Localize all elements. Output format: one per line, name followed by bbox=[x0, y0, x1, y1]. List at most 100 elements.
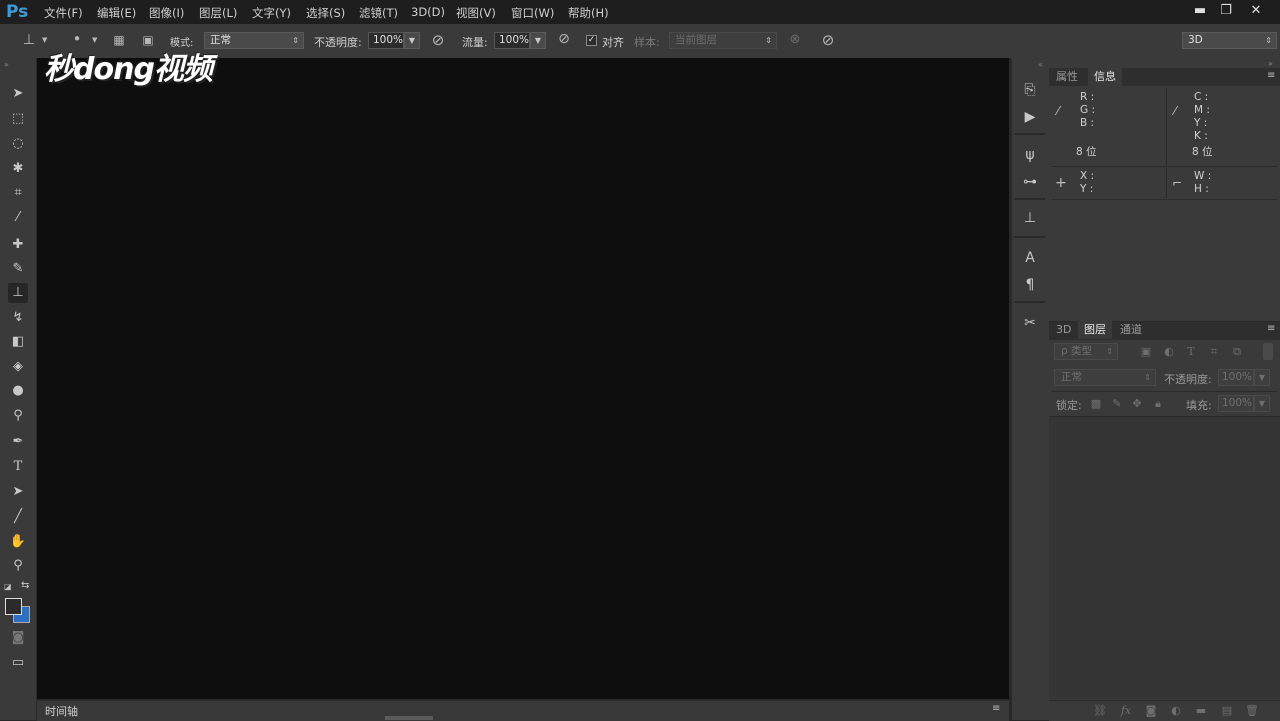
tab-properties[interactable]: 属性 bbox=[1050, 68, 1084, 86]
lock-all-icon[interactable]: 🔒︎ bbox=[1150, 397, 1166, 411]
clone-stamp-tool-icon[interactable]: ⊥ bbox=[8, 283, 28, 303]
shape-filter-icon[interactable]: ⌗ bbox=[1206, 345, 1222, 359]
menu-view[interactable]: 视图(V) bbox=[456, 5, 496, 21]
type-filter-icon[interactable]: T bbox=[1183, 345, 1199, 359]
eraser-tool-icon[interactable]: ◧ bbox=[8, 332, 28, 352]
healing-brush-tool-icon[interactable]: ✚ bbox=[8, 235, 28, 255]
tool-presets-icon[interactable]: ✂ bbox=[1020, 313, 1040, 333]
layer-style-icon[interactable]: fx bbox=[1118, 704, 1134, 718]
magic-wand-tool-icon[interactable]: ✱ bbox=[8, 159, 28, 179]
layer-filter-dropdown[interactable]: ρ 类型 ⇕ bbox=[1054, 343, 1118, 360]
ignore-adjustment-icon[interactable]: ⊗ bbox=[786, 32, 804, 47]
menu-filter[interactable]: 滤镜(T) bbox=[359, 5, 398, 21]
timeline-tab[interactable]: 时间轴 bbox=[45, 703, 78, 719]
foreground-color-swatch[interactable] bbox=[5, 598, 22, 615]
smart-object-filter-icon[interactable]: ⧉ bbox=[1229, 345, 1245, 359]
link-layers-icon[interactable]: ⛓ bbox=[1092, 704, 1108, 718]
chevron-down-icon[interactable]: ▼ bbox=[42, 36, 47, 44]
zoom-tool-icon[interactable]: ⚲ bbox=[8, 556, 28, 576]
tab-channels[interactable]: 通道 bbox=[1114, 321, 1148, 339]
menu-select[interactable]: 选择(S) bbox=[306, 5, 345, 21]
crop-tool-icon[interactable]: ⌗ bbox=[8, 183, 28, 203]
move-tool-icon[interactable]: ➤ bbox=[8, 84, 28, 104]
marquee-tool-icon[interactable]: ⬚ bbox=[8, 109, 28, 129]
adjustment-filter-icon[interactable]: ◐ bbox=[1161, 345, 1177, 359]
quick-mask-icon[interactable]: ◙ bbox=[8, 628, 28, 648]
lock-transparency-icon[interactable]: ▩ bbox=[1088, 397, 1104, 411]
pen-tool-icon[interactable]: ✒ bbox=[8, 432, 28, 452]
fill-dropdown[interactable]: ▼ bbox=[1254, 395, 1270, 412]
tab-3d[interactable]: 3D bbox=[1050, 321, 1077, 339]
mode-dropdown[interactable]: 正常 ⇕ bbox=[204, 32, 304, 49]
path-selection-tool-icon[interactable]: ➤ bbox=[8, 482, 28, 502]
delete-layer-icon[interactable]: 🗑︎ bbox=[1244, 704, 1260, 718]
actions-play-icon[interactable]: ▶ bbox=[1020, 107, 1040, 127]
lasso-tool-icon[interactable]: ◌ bbox=[8, 134, 28, 154]
eyedropper-tool-icon[interactable]: ⁄ bbox=[8, 208, 28, 228]
workspace-dropdown[interactable]: 3D ⇕ bbox=[1182, 32, 1277, 49]
flow-dropdown-button[interactable]: ▼ bbox=[530, 32, 546, 49]
close-button[interactable]: ✕ bbox=[1246, 3, 1266, 19]
menu-image[interactable]: 图像(I) bbox=[149, 5, 184, 21]
hand-tool-icon[interactable]: ✋ bbox=[8, 532, 28, 552]
opacity-input[interactable]: 100% bbox=[368, 32, 404, 49]
opacity-dropdown-button[interactable]: ▼ bbox=[404, 32, 420, 49]
screen-mode-icon[interactable]: ▭ bbox=[8, 653, 28, 673]
pixel-layer-filter-icon[interactable]: ▣ bbox=[1138, 345, 1154, 359]
default-colors-icon[interactable]: ◪ bbox=[4, 582, 12, 591]
chevron-down-icon[interactable]: ▼ bbox=[92, 36, 97, 44]
clone-stamp-preset-icon[interactable]: ⊥ bbox=[18, 32, 40, 48]
brush-tool-icon[interactable]: ✎ bbox=[8, 259, 28, 279]
blend-mode-dropdown[interactable]: 正常 ⇕ bbox=[1054, 369, 1156, 386]
clone-source-icon[interactable]: ⊥ bbox=[1020, 208, 1040, 228]
panel-menu-icon[interactable]: ≡ bbox=[1267, 323, 1275, 334]
add-mask-icon[interactable]: ◙ bbox=[1143, 704, 1159, 718]
collapse-icon[interactable]: » bbox=[4, 60, 9, 69]
horizontal-scrollbar[interactable] bbox=[385, 716, 433, 720]
sample-dropdown[interactable]: 当前图层 ⇕ bbox=[669, 32, 777, 49]
menu-3d[interactable]: 3D(D) bbox=[411, 5, 445, 19]
panel-menu-icon[interactable]: ≡ bbox=[1267, 70, 1275, 81]
menu-file[interactable]: 文件(F) bbox=[44, 5, 83, 21]
flow-input[interactable]: 100% bbox=[494, 32, 530, 49]
panel-menu-icon[interactable]: ≡ bbox=[992, 703, 1000, 714]
type-tool-icon[interactable]: T bbox=[8, 457, 28, 477]
layer-opacity-input[interactable]: 100% bbox=[1218, 369, 1254, 386]
dodge-tool-icon[interactable]: ⚲ bbox=[8, 406, 28, 426]
document-canvas[interactable] bbox=[37, 58, 1009, 699]
lock-position-icon[interactable]: ✥ bbox=[1129, 397, 1145, 411]
menu-type[interactable]: 文字(Y) bbox=[252, 5, 291, 21]
align-checkbox[interactable]: ✓ bbox=[586, 35, 597, 46]
paint-bucket-tool-icon[interactable]: ◈ bbox=[8, 357, 28, 377]
pressure-size-icon[interactable]: ⊘ bbox=[818, 31, 838, 49]
blur-tool-icon[interactable]: ● bbox=[8, 381, 28, 401]
layer-opacity-dropdown[interactable]: ▼ bbox=[1254, 369, 1270, 386]
new-adjustment-icon[interactable]: ◐ bbox=[1168, 704, 1184, 718]
collapse-icon[interactable]: « bbox=[1038, 60, 1043, 69]
new-layer-icon[interactable]: ▤ bbox=[1219, 704, 1235, 718]
menu-layer[interactable]: 图层(L) bbox=[199, 5, 237, 21]
new-group-icon[interactable]: ▬ bbox=[1193, 704, 1209, 718]
layers-list[interactable] bbox=[1049, 417, 1280, 699]
menu-window[interactable]: 窗口(W) bbox=[511, 5, 554, 21]
swap-colors-icon[interactable]: ⇆ bbox=[21, 580, 29, 591]
restore-button[interactable]: ❐ bbox=[1216, 3, 1236, 19]
line-tool-icon[interactable]: ╱ bbox=[8, 507, 28, 527]
airbrush-icon[interactable]: ⊘ bbox=[554, 31, 574, 47]
paragraph-panel-icon[interactable]: ¶ bbox=[1020, 275, 1040, 295]
brush-presets-icon[interactable]: ⊶ bbox=[1020, 172, 1040, 192]
menu-edit[interactable]: 编辑(E) bbox=[97, 5, 136, 21]
character-panel-icon[interactable]: A bbox=[1020, 248, 1040, 268]
brush-panel-icon[interactable]: ψ bbox=[1020, 145, 1040, 165]
menu-help[interactable]: 帮助(H) bbox=[568, 5, 609, 21]
filter-toggle[interactable] bbox=[1263, 343, 1273, 360]
tab-info[interactable]: 信息 bbox=[1088, 68, 1122, 86]
fill-input[interactable]: 100% bbox=[1218, 395, 1254, 412]
pressure-opacity-icon[interactable]: ⊘ bbox=[428, 31, 448, 49]
minimize-button[interactable]: ▬ bbox=[1190, 3, 1210, 19]
lock-pixels-icon[interactable]: ✎ bbox=[1109, 397, 1125, 411]
history-brush-tool-icon[interactable]: ↯ bbox=[8, 308, 28, 328]
tab-layers[interactable]: 图层 bbox=[1078, 321, 1112, 339]
history-panel-icon[interactable]: ⎘ bbox=[1020, 80, 1040, 100]
collapse-icon[interactable]: » bbox=[1268, 59, 1273, 68]
